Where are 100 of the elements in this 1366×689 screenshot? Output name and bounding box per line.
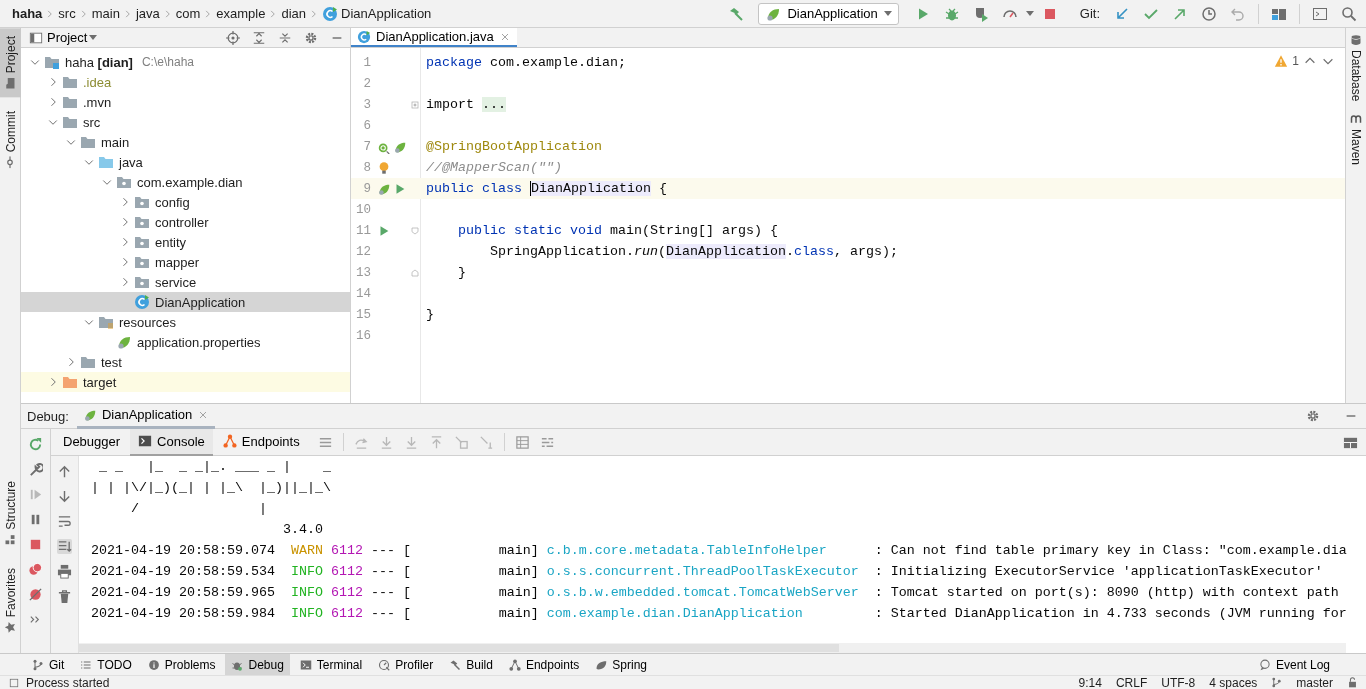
- tool-window-tab[interactable]: Database: [1346, 32, 1366, 104]
- profiler-icon: [378, 658, 391, 671]
- lock-icon[interactable]: [1347, 677, 1358, 688]
- status-item[interactable]: 9:14: [1078, 675, 1102, 689]
- line-number: 7: [362, 139, 371, 154]
- tree-item[interactable]: mapper: [21, 252, 350, 272]
- table-icon[interactable]: [514, 434, 530, 450]
- arrow-up-icon[interactable]: [57, 464, 72, 479]
- tool-window-button[interactable]: Spring: [589, 654, 653, 675]
- folder-icon: [44, 54, 60, 70]
- line-number: 10: [355, 202, 371, 217]
- status-item[interactable]: UTF-8: [1161, 675, 1196, 689]
- status-item[interactable]: CRLF: [1115, 675, 1148, 689]
- tool-window-button[interactable]: Event Log: [1252, 654, 1336, 675]
- status-message: Process started: [26, 675, 110, 689]
- resume-icon[interactable]: [28, 487, 43, 502]
- breadcrumb[interactable]: DianApplication: [322, 5, 432, 22]
- locate-icon[interactable]: [226, 30, 240, 45]
- debug-tab[interactable]: Debugger: [55, 428, 129, 456]
- tool-window-tab[interactable]: Commit: [0, 103, 21, 177]
- tree-item[interactable]: controller: [21, 212, 350, 232]
- log-line: 2021-04-19 20:58:59.534 INFO 6112 --- [ main] o.s.s.concurrent.ThreadPoolTaskExecutor : Initializing ExecutorService 'applicationTaskExecutor': [91, 563, 1324, 581]
- hammer-icon[interactable]: [728, 5, 745, 22]
- tree-item[interactable]: java: [21, 152, 350, 172]
- code-line: //@MapperScan(""): [425, 160, 562, 175]
- caret-icon[interactable]: [1025, 11, 1034, 16]
- run-to-cursor-icon[interactable]: [478, 434, 494, 450]
- clock-icon[interactable]: [1201, 5, 1217, 22]
- status-item[interactable]: 4 spaces: [1209, 675, 1258, 689]
- rerun-icon[interactable]: [28, 437, 43, 452]
- speech-bubble-icon: [1258, 658, 1271, 671]
- tree-item[interactable]: com.example.dian: [21, 172, 350, 192]
- breadcrumb[interactable]: main: [91, 6, 120, 21]
- tree-item[interactable]: application.properties: [21, 332, 350, 352]
- tool-window-button[interactable]: Problems: [141, 654, 222, 675]
- tool-window-button[interactable]: Terminal: [293, 654, 369, 675]
- warning-icon[interactable]: [1274, 54, 1289, 68]
- tool-window-tab[interactable]: Project: [0, 28, 21, 98]
- warning-count[interactable]: 1: [1292, 54, 1299, 68]
- mute-breakpoints-icon[interactable]: [28, 587, 43, 602]
- wrench-icon[interactable]: [28, 462, 43, 477]
- tree-item[interactable]: target: [21, 372, 350, 392]
- tool-window-button[interactable]: TODO: [74, 654, 138, 675]
- expand-all-icon[interactable]: [252, 30, 266, 45]
- status-item[interactable]: master: [1296, 675, 1333, 689]
- bulb-icon[interactable]: [377, 160, 391, 175]
- folder-icon: [80, 354, 96, 370]
- breadcrumb[interactable]: com: [175, 6, 201, 21]
- trash-icon[interactable]: [57, 589, 72, 604]
- settings-icon[interactable]: [304, 30, 318, 45]
- tool-window-tab[interactable]: Favorites: [0, 559, 21, 641]
- arrow-down-left-icon[interactable]: [1114, 5, 1130, 22]
- tool-window-button[interactable]: Endpoints: [502, 654, 586, 675]
- tool-window-button[interactable]: Profiler: [372, 654, 440, 675]
- stop-icon[interactable]: [28, 537, 43, 552]
- tool-window-button[interactable]: Git: [26, 654, 71, 675]
- tool-window-button[interactable]: Build: [443, 654, 499, 675]
- wrap-icon[interactable]: [57, 514, 72, 529]
- panel-toggle-icon[interactable]: [8, 676, 20, 689]
- drop-frame-icon[interactable]: [453, 434, 469, 450]
- project-view-dropdown[interactable]: Project: [47, 30, 98, 45]
- tree-item[interactable]: haha [dian] C:\e\haha: [21, 52, 350, 72]
- horizontal-scrollbar[interactable]: [79, 643, 1346, 653]
- settings-icon[interactable]: [1306, 409, 1320, 423]
- editor-tab[interactable]: DianApplication.java: [351, 28, 517, 47]
- class-icon: [134, 294, 150, 310]
- code-line: @SpringBootApplication: [425, 139, 602, 154]
- tree-item[interactable]: service: [21, 272, 350, 292]
- database-icon: [1350, 34, 1362, 46]
- arrow-down-icon[interactable]: [57, 489, 72, 504]
- debug-tab[interactable]: Console: [130, 428, 213, 456]
- print-icon[interactable]: [57, 564, 72, 579]
- tree-item[interactable]: test: [21, 352, 350, 372]
- search-icon[interactable]: [1341, 5, 1357, 22]
- debug-tab[interactable]: Endpoints: [214, 428, 308, 456]
- tool-window-button[interactable]: Debug: [225, 654, 290, 675]
- breadcrumb[interactable]: dian: [281, 6, 306, 21]
- breadcrumb[interactable]: java: [135, 6, 160, 21]
- collapse-all-icon[interactable]: [278, 30, 292, 45]
- tree-item[interactable]: resources: [21, 312, 350, 332]
- breadcrumb[interactable]: haha: [12, 6, 43, 21]
- package-icon: [134, 194, 150, 210]
- tree-item[interactable]: entity: [21, 232, 350, 252]
- tree-item[interactable]: main: [21, 132, 350, 152]
- tree-item[interactable]: .mvn: [21, 92, 350, 112]
- breadcrumb[interactable]: example: [216, 6, 266, 21]
- breakpoints-icon[interactable]: [28, 562, 43, 577]
- branch-icon: [1271, 677, 1283, 688]
- scroll-to-end-icon[interactable]: [57, 539, 72, 554]
- tree-item[interactable]: src: [21, 112, 350, 132]
- tree-item[interactable]: config: [21, 192, 350, 212]
- run-configuration-dropdown[interactable]: DianApplication: [758, 2, 899, 25]
- branch-icon: [32, 658, 44, 671]
- tool-window-tab[interactable]: Maven: [1346, 111, 1366, 168]
- window-icon[interactable]: [1312, 5, 1328, 22]
- breadcrumb[interactable]: src: [58, 6, 76, 21]
- tool-window-tab[interactable]: Structure: [0, 472, 21, 554]
- tree-item[interactable]: DianApplication: [21, 292, 350, 312]
- package-icon: [134, 274, 150, 290]
- tree-item[interactable]: .idea: [21, 72, 350, 92]
